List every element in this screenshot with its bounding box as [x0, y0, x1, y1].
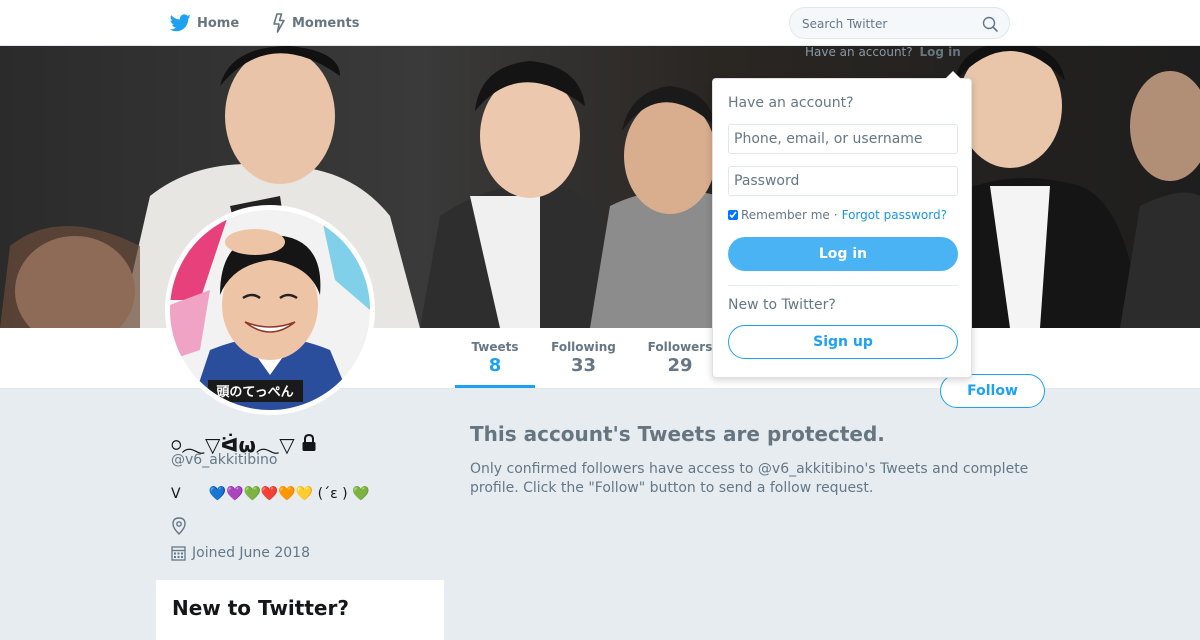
calendar-icon [171, 546, 186, 561]
login-button[interactable]: Log in [728, 237, 958, 271]
login-dropdown-title: Have an account? [728, 95, 854, 111]
follow-button[interactable]: Follow [940, 374, 1045, 408]
dropdown-divider [728, 285, 958, 286]
remember-row: Remember me · Forgot password? [728, 208, 947, 222]
have-account-text: Have an account? [805, 45, 913, 59]
lightning-bolt-icon [273, 13, 285, 33]
dropdown-caret [945, 71, 961, 79]
followers-stat-value: 29 [667, 355, 693, 376]
tweets-stat[interactable]: Tweets 8 [455, 328, 535, 388]
profile-bio: V 💙💜💚❤️🧡💛 (´ε ) 💚 [171, 486, 370, 502]
username-field[interactable] [728, 124, 958, 154]
avatar-image: 頭のてっぺん [170, 210, 370, 410]
search-input[interactable] [802, 15, 972, 33]
protected-message: Only confirmed followers have access to … [470, 461, 1029, 496]
new-to-twitter-card: New to Twitter? [156, 580, 444, 640]
following-stat[interactable]: Following 33 [535, 328, 632, 388]
nav-moments[interactable]: Moments [272, 12, 359, 34]
profile-handle[interactable]: @v6_akkitibino [171, 452, 277, 468]
following-stat-label: Following [551, 340, 616, 354]
search-box [789, 7, 1010, 39]
joined-row: Joined June 2018 [171, 545, 310, 561]
password-field[interactable] [728, 166, 958, 196]
protected-title: This account's Tweets are protected. [470, 422, 885, 446]
nav-home-label: Home [197, 15, 240, 31]
location-row [171, 517, 187, 539]
avatar[interactable]: 頭のてっぺん [165, 205, 375, 415]
remember-me-label[interactable]: Remember me [741, 208, 830, 222]
followers-stat-label: Followers [647, 340, 713, 354]
avatar-caption: 頭のてっぺん [216, 385, 293, 400]
following-stat-value: 33 [570, 355, 597, 376]
lock-icon [302, 433, 316, 451]
signup-button[interactable]: Sign up [728, 325, 958, 359]
login-dropdown: Have an account? Remember me · Forgot pa… [712, 71, 972, 378]
search-icon[interactable] [982, 16, 998, 32]
top-navigation-bar: Home Moments [0, 0, 1200, 46]
tweets-stat-label: Tweets [471, 340, 519, 354]
dropdown-new-to-twitter: New to Twitter? [728, 297, 836, 313]
remember-me-checkbox[interactable] [728, 210, 738, 220]
nav-moments-label: Moments [292, 15, 360, 31]
forgot-password-link[interactable]: Forgot password? [842, 208, 947, 222]
location-pin-icon [172, 517, 186, 535]
remember-separator: · [833, 208, 838, 222]
twitter-bird-icon [170, 14, 191, 32]
joined-date: Joined June 2018 [192, 545, 310, 561]
have-account-prompt: Have an account? Log in [805, 45, 961, 59]
new-to-twitter-heading: New to Twitter? [172, 596, 349, 620]
tweets-stat-value: 8 [488, 355, 502, 376]
login-link[interactable]: Log in [919, 45, 960, 59]
nav-home[interactable]: Home [170, 12, 239, 34]
